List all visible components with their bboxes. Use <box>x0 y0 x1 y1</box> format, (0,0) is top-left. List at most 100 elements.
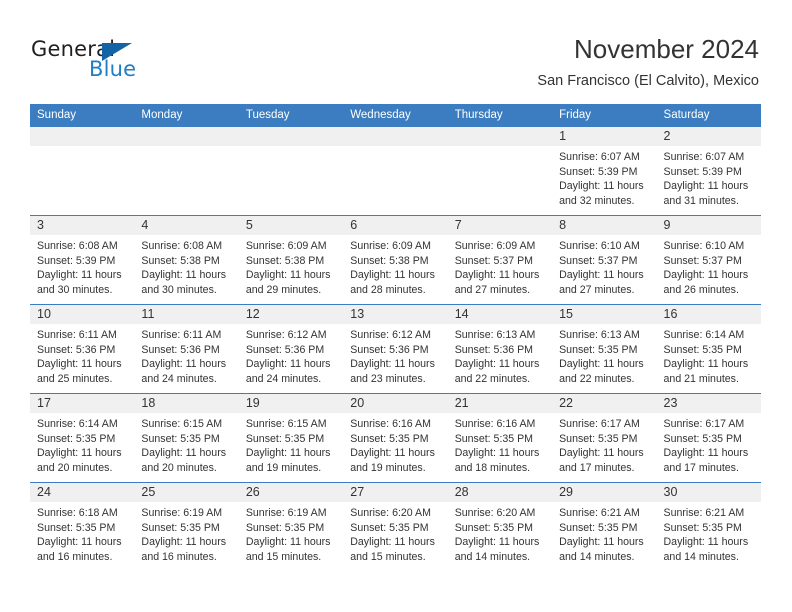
day-number: 28 <box>454 485 469 499</box>
calendar-day-cell[interactable]: 19 Sunrise: 6:15 AM Sunset: 5:35 PM Dayligh… <box>238 393 344 482</box>
day-number: 18 <box>141 396 156 410</box>
calendar-day-cell-empty <box>134 126 239 215</box>
day-number-band: 29 <box>552 483 657 502</box>
calendar-day-cell[interactable]: 4 Sunrise: 6:08 AM Sunset: 5:38 PM Daylight… <box>134 215 239 304</box>
calendar-day-cell[interactable]: 10 Sunrise: 6:11 AM Sunset: 5:36 PM Dayligh… <box>30 304 135 393</box>
day-details: Sunrise: 6:15 AM Sunset: 5:35 PM Daylight:… <box>239 413 343 475</box>
calendar-day-cell[interactable]: 11 Sunrise: 6:11 AM Sunset: 5:36 PM Dayligh… <box>134 304 239 393</box>
calendar-day-cell[interactable]: 29 Sunrise: 6:21 AM Sunset: 5:35 PM Dayligh… <box>552 482 657 571</box>
day-number: 12 <box>245 307 260 321</box>
day-detail-line: Sunrise: 6:09 AM <box>454 240 536 252</box>
calendar-day-cell[interactable]: 28 Sunrise: 6:20 AM Sunset: 5:35 PM Dayligh… <box>447 482 553 571</box>
calendar-day-cell[interactable]: 9 Sunrise: 6:10 AM Sunset: 5:37 PM Daylight… <box>656 215 761 304</box>
day-detail-line: Sunrise: 6:16 AM <box>454 418 536 430</box>
calendar-day-cell[interactable]: 15 Sunrise: 6:13 AM Sunset: 5:35 PM Dayligh… <box>552 304 657 393</box>
day-detail-line: Daylight: 11 hours <box>245 358 331 371</box>
day-detail-line: and 15 minutes. <box>245 550 322 563</box>
day-detail-line: Sunrise: 6:18 AM <box>37 507 118 519</box>
day-number-band <box>447 127 553 146</box>
day-detail-line: Daylight: 11 hours <box>37 536 122 549</box>
day-detail-line: Sunset: 5:36 PM <box>37 343 116 356</box>
day-number-band: 27 <box>343 483 448 502</box>
day-number-band: 1 <box>552 127 657 146</box>
day-number: 2 <box>663 129 671 143</box>
day-detail-line: and 19 minutes. <box>245 461 322 474</box>
day-detail-line: Sunrise: 6:07 AM <box>663 151 745 163</box>
day-number-band: 9 <box>656 216 761 235</box>
day-detail-line: Sunset: 5:37 PM <box>663 254 742 267</box>
day-details: Sunrise: 6:10 AM Sunset: 5:37 PM Daylight:… <box>657 235 761 297</box>
day-detail-line: Daylight: 11 hours <box>350 269 435 282</box>
day-number: 16 <box>663 307 678 321</box>
day-detail-line: Sunset: 5:35 PM <box>141 521 220 534</box>
day-details: Sunrise: 6:13 AM Sunset: 5:35 PM Daylight:… <box>552 324 656 386</box>
title-block: November 2024 San Francisco (El Calvito)… <box>537 33 759 91</box>
day-detail-line: Daylight: 11 hours <box>559 269 644 282</box>
day-detail-line: Daylight: 11 hours <box>37 358 122 371</box>
calendar-day-cell[interactable]: 1 Sunrise: 6:07 AM Sunset: 5:39 PM Daylight… <box>552 126 657 215</box>
calendar-grid: Sunday Monday Tuesday Wednesday Thursday Frid… <box>30 104 761 571</box>
day-detail-line: Daylight: 11 hours <box>350 358 435 371</box>
day-number-band: 4 <box>134 216 239 235</box>
general-blue-logo[interactable]: General Blue <box>31 38 191 84</box>
calendar-day-cell[interactable]: 13 Sunrise: 6:12 AM Sunset: 5:36 PM Dayligh… <box>343 304 448 393</box>
calendar-day-cell[interactable]: 18 Sunrise: 6:15 AM Sunset: 5:35 PM Dayligh… <box>134 393 239 482</box>
day-detail-line: Sunrise: 6:16 AM <box>350 418 431 430</box>
calendar-day-cell[interactable]: 25 Sunrise: 6:19 AM Sunset: 5:35 PM Dayligh… <box>134 482 239 571</box>
day-detail-line: Sunrise: 6:15 AM <box>141 418 223 430</box>
calendar-day-cell[interactable]: 5 Sunrise: 6:09 AM Sunset: 5:38 PM Daylight… <box>238 215 344 304</box>
calendar-day-cell[interactable]: 22 Sunrise: 6:17 AM Sunset: 5:35 PM Dayligh… <box>552 393 657 482</box>
calendar-day-cell[interactable]: 8 Sunrise: 6:10 AM Sunset: 5:37 PM Daylight… <box>552 215 657 304</box>
day-number-band: 25 <box>134 483 239 502</box>
day-detail-line: Daylight: 11 hours <box>559 180 644 193</box>
day-detail-line: Daylight: 11 hours <box>663 180 749 193</box>
day-details: Sunrise: 6:21 AM Sunset: 5:35 PM Daylight:… <box>552 502 656 564</box>
day-details: Sunrise: 6:07 AM Sunset: 5:39 PM Daylight:… <box>657 146 761 208</box>
day-detail-line: Sunset: 5:35 PM <box>37 432 116 445</box>
calendar-day-cell[interactable]: 6 Sunrise: 6:09 AM Sunset: 5:38 PM Daylight… <box>343 215 448 304</box>
day-detail-line: Sunset: 5:35 PM <box>454 432 534 445</box>
calendar-day-cell[interactable]: 27 Sunrise: 6:20 AM Sunset: 5:35 PM Dayligh… <box>343 482 448 571</box>
day-number: 7 <box>454 218 462 232</box>
calendar-day-cell[interactable]: 7 Sunrise: 6:09 AM Sunset: 5:37 PM Daylight… <box>447 215 553 304</box>
calendar-day-cell[interactable]: 2 Sunrise: 6:07 AM Sunset: 5:39 PM Daylight… <box>656 126 761 215</box>
day-detail-line: Sunrise: 6:20 AM <box>454 507 536 519</box>
weekday-header-row: Sunday Monday Tuesday Wednesday Thursday Frid… <box>30 104 761 126</box>
day-detail-line: Sunrise: 6:07 AM <box>559 151 640 163</box>
day-detail-line: and 27 minutes. <box>559 283 635 296</box>
weekday-header-wednesday: Wednesday <box>350 109 411 121</box>
day-detail-line: Daylight: 11 hours <box>663 447 749 460</box>
calendar-day-cell[interactable]: 30 Sunrise: 6:21 AM Sunset: 5:35 PM Dayligh… <box>656 482 761 571</box>
day-number: 27 <box>350 485 365 499</box>
calendar-week-row: 10 Sunrise: 6:11 AM Sunset: 5:36 PM Dayligh… <box>30 304 761 393</box>
calendar-day-cell[interactable]: 17 Sunrise: 6:14 AM Sunset: 5:35 PM Dayligh… <box>30 393 135 482</box>
day-detail-line: Daylight: 11 hours <box>454 447 540 460</box>
calendar-day-cell[interactable]: 21 Sunrise: 6:16 AM Sunset: 5:35 PM Dayligh… <box>447 393 553 482</box>
day-number: 25 <box>141 485 156 499</box>
calendar-day-cell[interactable]: 14 Sunrise: 6:13 AM Sunset: 5:36 PM Dayligh… <box>447 304 553 393</box>
calendar-day-cell[interactable]: 16 Sunrise: 6:14 AM Sunset: 5:35 PM Dayligh… <box>656 304 761 393</box>
day-details: Sunrise: 6:10 AM Sunset: 5:37 PM Daylight:… <box>552 235 656 297</box>
day-details: Sunrise: 6:07 AM Sunset: 5:39 PM Daylight:… <box>552 146 656 208</box>
day-detail-line: Daylight: 11 hours <box>663 358 749 371</box>
day-number-band <box>343 127 448 146</box>
day-number: 26 <box>245 485 260 499</box>
calendar-day-cell[interactable]: 24 Sunrise: 6:18 AM Sunset: 5:35 PM Dayligh… <box>30 482 135 571</box>
day-detail-line: Sunrise: 6:11 AM <box>37 329 117 341</box>
day-detail-line: and 25 minutes. <box>37 372 113 385</box>
day-detail-line: and 16 minutes. <box>37 550 113 563</box>
calendar-day-cell[interactable]: 23 Sunrise: 6:17 AM Sunset: 5:35 PM Dayligh… <box>656 393 761 482</box>
calendar-day-cell[interactable]: 3 Sunrise: 6:08 AM Sunset: 5:39 PM Daylight… <box>30 215 135 304</box>
calendar-day-cell[interactable]: 20 Sunrise: 6:16 AM Sunset: 5:35 PM Dayligh… <box>343 393 448 482</box>
calendar-day-cell[interactable]: 26 Sunrise: 6:19 AM Sunset: 5:35 PM Dayligh… <box>238 482 344 571</box>
day-number: 22 <box>559 396 574 410</box>
day-number-band <box>30 127 135 146</box>
calendar-day-cell[interactable]: 12 Sunrise: 6:12 AM Sunset: 5:36 PM Dayligh… <box>238 304 344 393</box>
day-detail-line: and 24 minutes. <box>245 372 322 385</box>
calendar-day-cell-empty <box>343 126 448 215</box>
day-detail-line: Sunrise: 6:12 AM <box>245 329 327 341</box>
day-number: 29 <box>559 485 574 499</box>
day-detail-line: Sunset: 5:39 PM <box>663 165 742 178</box>
day-details <box>134 146 238 150</box>
day-detail-line: Daylight: 11 hours <box>350 447 435 460</box>
